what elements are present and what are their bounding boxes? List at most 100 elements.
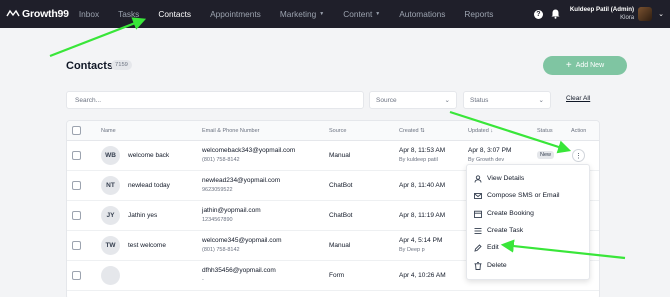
source-filter-label: Source (376, 96, 397, 104)
created-date: Apr 8, 11:53 AM (399, 147, 446, 154)
user-info[interactable]: Kuldeep Patil (Admin) Klora (570, 6, 634, 22)
add-new-label: Add New (575, 62, 605, 69)
contact-name[interactable]: newlead today (128, 182, 170, 189)
contact-email: dfhh35456@yopmail.com (202, 267, 276, 274)
nav-label: Content (343, 9, 373, 19)
menu-item-create-booking[interactable]: Create Booking (467, 205, 591, 222)
select-all-checkbox[interactable] (72, 126, 81, 135)
clear-all-link[interactable]: Clear All (566, 95, 590, 102)
list-icon (474, 227, 482, 234)
avatar: NT (101, 176, 120, 195)
top-right-controls: ? Kuldeep Patil (Admin) Klora ⌄ (533, 0, 664, 28)
contact-name[interactable]: Jathin yes (128, 212, 157, 219)
nav-label: Appointments (210, 9, 261, 19)
source-filter-select[interactable]: Source ⌄ (369, 91, 457, 109)
search-input[interactable]: Search... (66, 91, 364, 109)
menu-item-compose[interactable]: Compose SMS or Email (467, 187, 591, 204)
main-nav: Inbox Tasks Contacts Appointments Market… (79, 9, 513, 19)
nav-item-contacts[interactable]: Contacts (158, 9, 191, 19)
add-new-button[interactable]: + Add New (543, 56, 627, 75)
avatar: TW (101, 236, 120, 255)
menu-item-delete[interactable]: Delete (467, 257, 591, 274)
user-icon (474, 174, 482, 183)
row-checkbox[interactable] (72, 181, 81, 190)
bell-icon[interactable] (551, 9, 560, 19)
avatar: WB (101, 146, 120, 165)
row-checkbox[interactable] (72, 211, 81, 220)
header-status: Status (537, 128, 553, 134)
menu-item-view-details[interactable]: View Details (467, 170, 591, 187)
nav-item-automations[interactable]: Automations (399, 9, 445, 19)
contact-email: welcome345@yopmail.com (202, 237, 282, 244)
calendar-icon (474, 210, 482, 218)
nav-label: Reports (464, 9, 494, 19)
created-date: Apr 8, 11:19 AM (399, 212, 446, 219)
menu-item-create-task[interactable]: Create Task (467, 222, 591, 239)
header-created[interactable]: Created ⇅ (399, 128, 425, 134)
chevron-down-icon: ⌄ (538, 97, 544, 104)
nav-item-tasks[interactable]: Tasks (118, 9, 139, 19)
row-actions-button[interactable]: ⋮ (572, 149, 585, 162)
contact-phone: - (202, 277, 204, 283)
nav-item-reports[interactable]: Reports (464, 9, 493, 19)
plus-icon: + (565, 59, 572, 71)
menu-item-label: View Details (487, 175, 525, 182)
row-checkbox[interactable] (72, 271, 81, 280)
header-updated-label: Updated (468, 128, 489, 134)
top-nav-bar: Growth99 Inbox Tasks Contacts Appointmen… (0, 0, 670, 28)
sort-icon: ⇅ (420, 128, 425, 134)
page-title: Contacts (66, 60, 114, 72)
table-header: Name Email & Phone Number Source Created… (67, 121, 599, 141)
menu-item-label: Create Booking (487, 210, 534, 217)
contacts-count-badge: 7159 (111, 60, 132, 70)
nav-label: Tasks (118, 9, 140, 19)
row-checkbox[interactable] (72, 241, 81, 250)
header-source: Source (329, 128, 347, 134)
user-name: Kuldeep Patil (Admin) (569, 6, 635, 13)
nav-item-appointments[interactable]: Appointments (210, 9, 261, 19)
chevron-down-icon[interactable]: ⌄ (658, 10, 664, 18)
logo-icon (6, 9, 20, 17)
avatar (101, 266, 120, 285)
nav-label: Inbox (78, 9, 100, 19)
row-actions-menu: View Details Compose SMS or Email Create… (466, 164, 590, 280)
menu-item-label: Edit (487, 244, 499, 251)
chevron-down-icon: ⌄ (444, 97, 450, 104)
contact-phone: 9623059522 (202, 187, 233, 193)
contact-source: Manual (329, 152, 351, 159)
contact-name[interactable]: welcome back (128, 152, 169, 159)
nav-item-marketing[interactable]: Marketing ▼ (280, 9, 324, 19)
nav-item-inbox[interactable]: Inbox (79, 9, 99, 19)
header-email-phone: Email & Phone Number (202, 128, 260, 134)
contact-email: newlead234@yopmail.com (202, 177, 281, 184)
header-created-label: Created (399, 128, 419, 134)
nav-item-content[interactable]: Content ▼ (343, 9, 380, 19)
sort-desc-icon: ↓ (490, 128, 494, 134)
header-name[interactable]: Name (101, 128, 116, 134)
pencil-icon (474, 243, 482, 252)
created-by: By kuldeep patil (399, 157, 438, 163)
row-checkbox[interactable] (72, 151, 81, 160)
trash-icon (474, 261, 482, 270)
created-date: Apr 4, 10:26 AM (399, 272, 446, 279)
menu-item-label: Compose SMS or Email (487, 192, 560, 199)
menu-item-edit[interactable]: Edit (467, 239, 591, 256)
header-updated[interactable]: Updated ↓ (468, 128, 493, 134)
updated-date: Apr 8, 3:07 PM (468, 147, 512, 154)
more-vertical-icon: ⋮ (575, 152, 582, 160)
status-filter-label: Status (470, 96, 489, 104)
status-filter-select[interactable]: Status ⌄ (463, 91, 551, 109)
contact-source: Form (329, 272, 345, 279)
app-logo[interactable]: Growth99 (6, 8, 69, 20)
nav-label: Contacts (158, 9, 192, 19)
status-badge: New (537, 151, 555, 159)
contact-email: welcomeback343@yopmail.com (202, 147, 296, 154)
nav-label: Marketing (279, 9, 317, 19)
caret-down-icon: ▼ (375, 11, 381, 17)
help-icon[interactable]: ? (533, 9, 543, 19)
menu-item-label: Delete (487, 262, 507, 269)
user-avatar[interactable] (638, 7, 653, 21)
contact-name[interactable]: test welcome (128, 242, 166, 249)
caret-down-icon: ▼ (319, 11, 325, 17)
contact-email: jathin@yopmail.com (202, 207, 261, 214)
